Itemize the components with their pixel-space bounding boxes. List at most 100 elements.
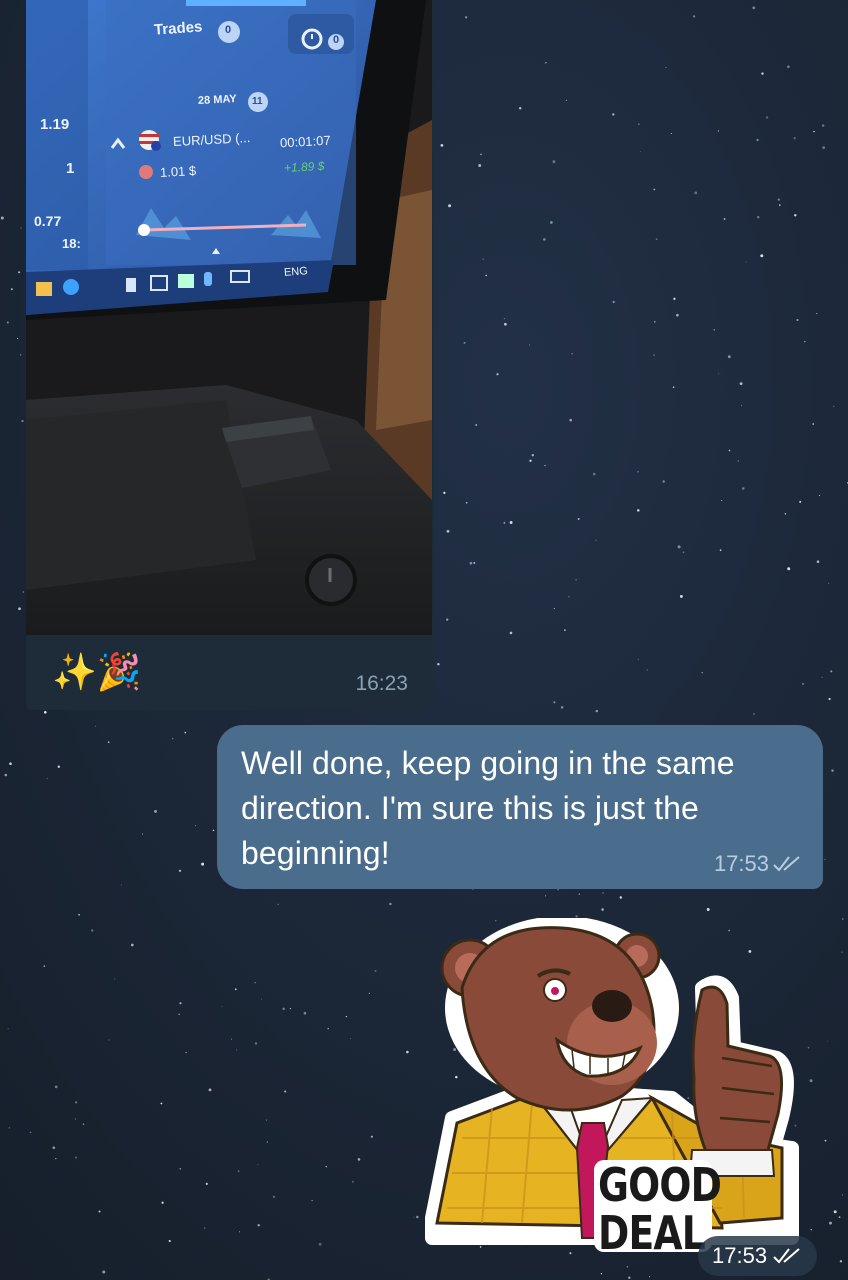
trade-photo[interactable]: Trades 0 0 28 MAY 11 1.19 1 0.77 18: EUR… <box>26 0 432 635</box>
star <box>509 631 513 635</box>
star <box>793 137 796 140</box>
star <box>20 227 22 229</box>
star <box>569 418 572 422</box>
star <box>266 1141 268 1143</box>
star <box>717 130 720 132</box>
star <box>646 669 648 671</box>
star <box>816 312 818 315</box>
star <box>504 322 507 326</box>
star <box>325 1165 328 1168</box>
star <box>52 1146 56 1149</box>
star <box>626 1266 629 1268</box>
star <box>142 833 144 835</box>
star <box>277 903 279 905</box>
star <box>230 1038 232 1040</box>
star <box>723 218 726 220</box>
star <box>637 509 640 512</box>
star <box>440 144 444 147</box>
star <box>742 487 745 490</box>
star <box>787 65 790 69</box>
star <box>543 238 546 241</box>
star <box>18 607 21 611</box>
star <box>201 862 205 866</box>
date-label: 28 MAY <box>197 92 238 108</box>
star <box>160 1102 163 1105</box>
star <box>737 460 739 462</box>
star <box>809 1079 813 1083</box>
star <box>482 258 484 260</box>
star <box>463 341 466 344</box>
star <box>619 896 622 899</box>
star <box>821 124 825 127</box>
star <box>289 1007 292 1010</box>
star <box>257 1224 260 1227</box>
star <box>600 1273 603 1275</box>
star <box>718 373 720 375</box>
star <box>765 116 769 119</box>
outgoing-text-message[interactable]: Well done, keep going in the same direct… <box>217 725 823 889</box>
star <box>544 464 546 467</box>
star <box>612 300 615 304</box>
sticker-text-good: GOOD <box>598 1158 722 1212</box>
star <box>496 373 499 376</box>
star <box>833 1210 837 1214</box>
star <box>503 521 506 524</box>
star <box>272 1195 275 1198</box>
star <box>154 810 157 813</box>
star <box>195 825 197 827</box>
star <box>74 1101 78 1104</box>
trades-count: 0 <box>225 24 232 36</box>
star <box>130 943 134 947</box>
star <box>694 191 698 195</box>
bear-thumbs-up-sticker[interactable]: GOOD DEAL <box>422 916 802 1260</box>
message-meta: 17:53 <box>714 851 803 877</box>
star <box>74 1156 78 1159</box>
star <box>237 1170 240 1173</box>
star <box>557 889 559 891</box>
star <box>760 254 764 258</box>
star <box>448 204 452 208</box>
star <box>824 1139 827 1142</box>
star <box>478 164 482 167</box>
star <box>784 513 787 515</box>
star <box>82 1123 85 1125</box>
star <box>18 271 21 274</box>
incoming-photo-message[interactable]: Trades 0 0 28 MAY 11 1.19 1 0.77 18: EUR… <box>26 0 434 710</box>
star <box>653 188 656 191</box>
star <box>43 710 47 714</box>
star <box>0 216 4 220</box>
star <box>830 670 833 673</box>
star <box>777 198 780 201</box>
star <box>518 106 522 110</box>
star <box>637 658 639 660</box>
star <box>612 113 615 116</box>
star <box>357 1158 361 1161</box>
star <box>102 1270 106 1274</box>
star <box>577 518 580 520</box>
star <box>6 321 9 324</box>
star <box>389 902 392 906</box>
trade-profit: +1.89 $ <box>283 158 325 176</box>
star <box>416 1215 419 1219</box>
star <box>43 965 46 967</box>
star <box>601 908 604 911</box>
star <box>254 982 256 984</box>
star <box>564 629 566 631</box>
star <box>595 539 597 541</box>
star <box>662 480 665 483</box>
double-check-icon <box>773 1248 800 1264</box>
star <box>713 329 715 331</box>
star <box>208 1088 212 1092</box>
star <box>351 1180 354 1183</box>
star <box>464 16 468 19</box>
star <box>595 709 598 713</box>
star <box>653 354 655 356</box>
star <box>406 1050 409 1054</box>
star <box>831 769 834 772</box>
double-check-icon <box>773 856 800 872</box>
star <box>368 992 370 994</box>
trade-timer: 00:01:07 <box>279 132 331 151</box>
star <box>810 1228 812 1231</box>
star <box>465 501 468 504</box>
star <box>98 1210 101 1213</box>
